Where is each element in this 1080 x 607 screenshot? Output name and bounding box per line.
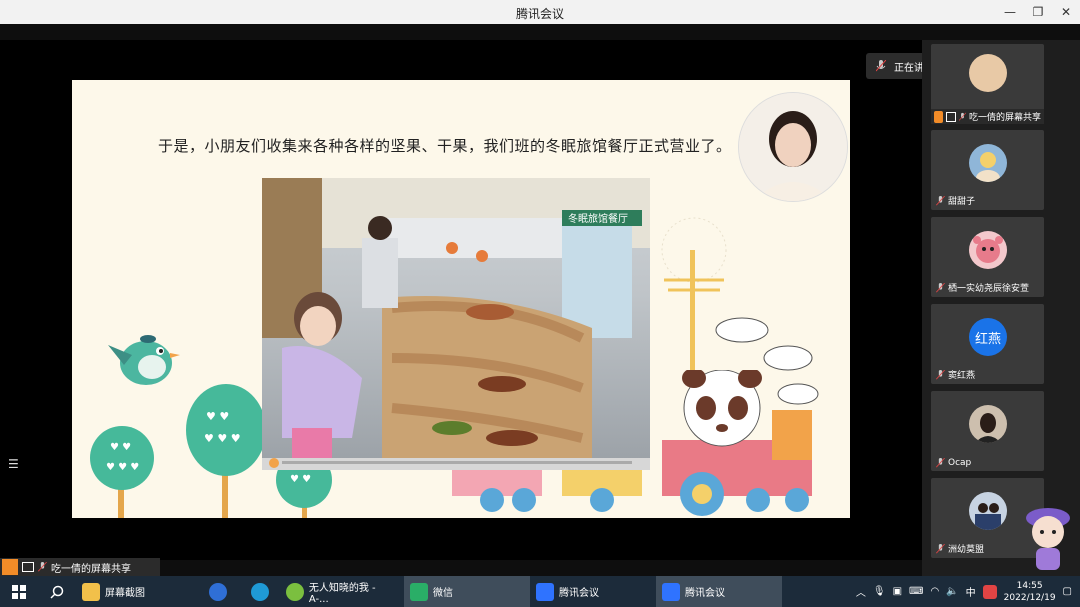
taskbar-app-wechat[interactable]: 微信 [404,576,530,607]
mic-muted-icon [876,60,886,72]
participant-tile[interactable]: 红燕 窦红燕 [931,304,1044,384]
screen-share-bar[interactable]: 吃一倩的屏幕共享 [0,558,160,576]
participant-panel: 吃一倩的屏幕共享 甜甜子 栖一实幼尧辰徐安萱 红燕 窦红燕 Ocap 洲幼莫盟 [922,40,1080,576]
k-app-icon [209,582,227,601]
taskbar-app-label: 微信 [433,588,453,599]
svg-text:♥ ♥: ♥ ♥ [206,410,229,423]
participant-tile[interactable]: Ocap [931,391,1044,471]
start-button[interactable] [0,576,38,607]
taskbar-app-label: 腾讯会议 [685,588,725,599]
avatar [969,231,1007,269]
avatar: 红燕 [969,318,1007,356]
clock[interactable]: 14:55 2022/12/19 [1004,580,1056,604]
presentation-slide: 于是，小朋友们收集来各种各样的坚果、干果，我们班的冬眠旅馆餐厅正式营业了。 ♥ … [72,80,850,518]
taskbar-app-label: 屏幕截图 [105,588,145,599]
photo-scene: 冬眠旅馆餐厅 [262,178,650,470]
sogou-icon[interactable] [982,584,997,599]
participant-name: 栖一实幼尧辰徐安萱 [948,284,1030,294]
time-text: 14:55 [1016,580,1043,591]
participant-tile[interactable]: 甜甜子 [931,130,1044,210]
windows-taskbar: 屏幕截图 无人知晓的我 - A-... 微信 腾讯会议 腾讯会议 ︿ 🎙 ▣ ⌨… [0,576,1080,607]
svg-text:♥ ♥ ♥: ♥ ♥ ♥ [106,462,139,473]
tree-illustration: ♥ ♥ ♥ ♥ ♥ [186,384,266,518]
tencent-meeting-icon [536,582,554,601]
taskbar-app-music[interactable]: 无人知晓的我 - A-... [280,576,404,607]
taskbar-app-meeting[interactable]: 腾讯会议 [530,576,656,607]
wechat-icon [410,582,428,601]
restore-button[interactable]: ❐ [1024,0,1052,24]
taskbar-app-screenshot[interactable]: 屏幕截图 [76,576,196,607]
folder-icon [82,582,100,601]
ime-indicator[interactable]: 中 [966,584,976,599]
screen-icon [22,562,34,572]
date-text: 2022/12/19 [1003,592,1056,603]
mic-muted-icon [936,369,945,379]
volume-icon[interactable]: 🔈 [946,586,958,597]
participant-name: Ocap [948,458,972,468]
window-titlebar: 腾讯会议 — ❐ ✕ [0,0,1080,24]
mic-icon[interactable]: 🎙 [873,586,886,597]
speaker-video [738,92,848,202]
mic-muted-icon [959,112,966,121]
participant-name: 甜甜子 [948,197,976,207]
mic-muted-icon [936,458,945,468]
bird-illustration [108,335,180,385]
minimize-button[interactable]: — [996,0,1024,24]
svg-text:♥ ♥: ♥ ♥ [290,474,311,485]
system-tray: ︿ 🎙 ▣ ⌨ ◠ 🔈 中 14:55 2022/12/19 ▢ [856,576,1080,607]
avatar [969,54,1007,92]
avatar [969,144,1007,182]
slide-caption: 于是，小朋友们收集来各种各样的坚果、干果，我们班的冬眠旅馆餐厅正式营业了。 [158,137,732,155]
photo-sign: 冬眠旅馆餐厅 [568,212,628,225]
mascot-sticker [1026,508,1070,570]
tencent-meeting-icon [662,582,680,601]
taskbar-app-k[interactable] [196,576,240,607]
avatar [969,492,1007,530]
menu-icon[interactable]: ☰ [8,458,20,470]
participant-name: 洲幼莫盟 [948,545,985,555]
share-label: 吃一倩的屏幕共享 [51,563,131,575]
notification-icon[interactable]: ▢ [1063,586,1072,597]
svg-text:♥ ♥ ♥: ♥ ♥ ♥ [204,432,241,445]
close-button[interactable]: ✕ [1052,0,1080,24]
edge-icon [251,582,269,601]
taskbar-app-meeting[interactable]: 腾讯会议 [656,576,782,607]
wifi-icon[interactable]: ◠ [930,586,939,597]
screen-icon [946,111,957,122]
chevron-up-icon[interactable]: ︿ [856,584,866,599]
participant-tile[interactable]: 栖一实幼尧辰徐安萱 [931,217,1044,297]
svg-text:♥ ♥: ♥ ♥ [110,442,131,453]
participant-name: 窦红燕 [948,371,976,381]
avatar [969,405,1007,443]
mic-muted-icon [936,543,945,553]
share-screen-icon [2,559,18,575]
mic-muted-icon [936,282,945,292]
search-button[interactable] [38,576,76,607]
search-icon [50,585,64,599]
participant-tile[interactable]: 吃一倩的屏幕共享 [931,44,1044,124]
share-screen-icon [934,110,944,123]
taskbar-app-label: 无人知晓的我 - A-... [308,582,376,605]
camera-icon[interactable]: ▣ [893,586,902,597]
taskbar-app-edge[interactable] [240,576,280,607]
avatar-initials: 红燕 [974,331,1001,347]
music-app-icon [286,582,304,601]
windows-icon [12,584,26,599]
mic-muted-icon [936,195,945,205]
mic-muted-icon [38,562,47,572]
window-title: 腾讯会议 [515,7,564,21]
taskbar-app-label: 腾讯会议 [559,588,599,599]
participant-name: 吃一倩的屏幕共享 [968,113,1041,123]
keyboard-icon[interactable]: ⌨ [909,586,923,597]
classroom-photo: 冬眠旅馆餐厅 [262,178,650,470]
